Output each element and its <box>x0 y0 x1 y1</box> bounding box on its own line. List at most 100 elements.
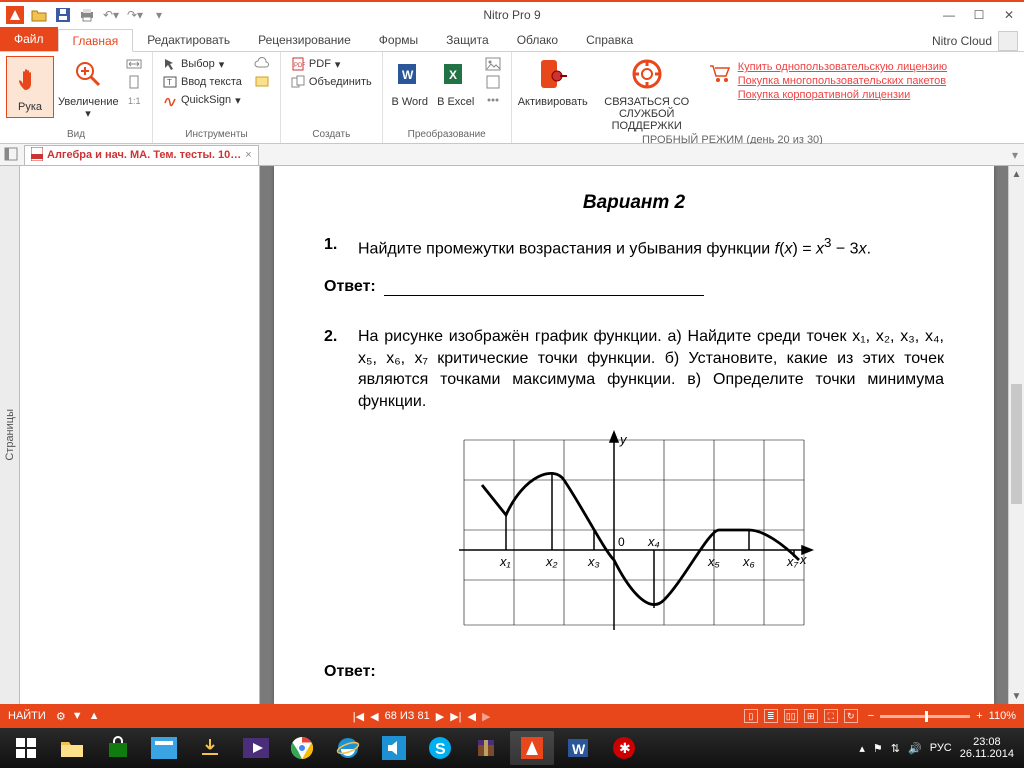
zoom-in-icon[interactable]: + <box>976 710 982 722</box>
fullscreen-icon[interactable]: ⛶ <box>824 709 838 723</box>
group-tools: Выбор ▾ TВвод текста QuickSign ▾ Инструм… <box>153 52 281 143</box>
open-icon[interactable] <box>30 6 48 24</box>
tab-help[interactable]: Справка <box>572 28 647 51</box>
scroll-down-icon[interactable]: ▼ <box>1009 688 1024 704</box>
word-taskbar-icon[interactable]: W <box>556 731 600 765</box>
to-other-button[interactable] <box>481 74 505 90</box>
media-taskbar-icon[interactable] <box>234 731 278 765</box>
page-counter[interactable]: 68 ИЗ 81 <box>385 710 430 722</box>
print-icon[interactable] <box>78 6 96 24</box>
answer-label-1: Ответ: <box>324 278 376 295</box>
maximize-button[interactable]: ☐ <box>964 3 994 27</box>
fit-width-button[interactable] <box>122 56 146 72</box>
document-tab[interactable]: Алгебра и нач. МА. Тем. тесты. 10… × <box>24 145 259 165</box>
vertical-scrollbar[interactable]: ▲ ▼ <box>1008 166 1024 704</box>
type-text-button[interactable]: TВвод текста <box>159 74 246 90</box>
support-button[interactable]: СВЯЗАТЬСЯ СО СЛУЖБОЙ ПОДДЕРЖКИ <box>592 56 702 132</box>
audio-app-taskbar-icon[interactable] <box>372 731 416 765</box>
close-doc-icon[interactable]: × <box>245 149 251 161</box>
cloud-user[interactable]: Nitro Cloud <box>932 31 1024 51</box>
tab-edit[interactable]: Редактировать <box>133 28 244 51</box>
last-page-icon[interactable]: ▶| <box>450 710 461 723</box>
facing-icon[interactable]: ▯▯ <box>784 709 798 723</box>
store-taskbar-icon[interactable] <box>96 731 140 765</box>
skype-taskbar-icon[interactable]: S <box>418 731 462 765</box>
scroll-up-icon[interactable]: ▲ <box>1009 166 1024 182</box>
tab-protect[interactable]: Защита <box>432 28 503 51</box>
start-button[interactable] <box>4 731 48 765</box>
purchase-links: Купить однопользовательскую лицензию Пок… <box>738 60 947 102</box>
hand-tool-button[interactable]: Рука <box>6 56 54 118</box>
cloud-tool-button[interactable] <box>250 56 274 72</box>
hand-tool-label: Рука <box>9 101 51 113</box>
redo-icon[interactable]: ↷▾ <box>126 6 144 24</box>
collapse-up-icon[interactable]: ▲ <box>89 710 100 722</box>
zoom-button[interactable]: Увеличение ▾ <box>58 56 118 120</box>
next-page-icon[interactable]: ▶ <box>436 710 444 723</box>
file-tab[interactable]: Файл <box>0 27 58 51</box>
next-view-icon[interactable]: ▶ <box>482 710 490 723</box>
qat-dropdown-icon[interactable]: ▾ <box>150 6 168 24</box>
question-1: 1. Найдите промежутки возрастания и убыв… <box>324 234 944 260</box>
facing-continuous-icon[interactable]: ⊞ <box>804 709 818 723</box>
ie-taskbar-icon[interactable] <box>326 731 370 765</box>
zoom-out-icon[interactable]: − <box>868 710 874 722</box>
scroll-track[interactable] <box>1009 182 1024 688</box>
tray-up-icon[interactable]: ▴ <box>859 742 865 755</box>
page-viewport[interactable]: Вариант 2 1. Найдите промежутки возраста… <box>260 166 1008 704</box>
scroll-thumb[interactable] <box>1011 384 1022 504</box>
fit-page-button[interactable] <box>122 74 146 90</box>
nitro-taskbar-icon[interactable] <box>510 731 554 765</box>
buy-multi-link[interactable]: Покупка многопользовательских пакетов <box>738 74 947 88</box>
winrar-taskbar-icon[interactable] <box>464 731 508 765</box>
doctabs-menu-icon[interactable]: ▾ <box>1012 148 1024 162</box>
tab-cloud[interactable]: Облако <box>503 28 572 51</box>
collapse-down-icon[interactable]: ▼ <box>72 710 83 722</box>
to-excel-button[interactable]: X В Excel <box>435 56 477 108</box>
note-tool-button[interactable] <box>250 74 274 90</box>
tray-network-icon[interactable]: ⇅ <box>891 742 900 755</box>
group-view-label: Вид <box>6 128 146 141</box>
pdf-button[interactable]: PDFPDF ▾ <box>287 56 376 72</box>
settings-icon[interactable]: ⚙ <box>56 710 66 723</box>
prev-view-icon[interactable]: ◀ <box>468 710 476 723</box>
quicksign-button[interactable]: QuickSign ▾ <box>159 92 246 108</box>
close-button[interactable]: ✕ <box>994 3 1024 27</box>
zoom-slider[interactable] <box>880 715 970 718</box>
svg-text:x₂: x₂ <box>545 554 558 569</box>
tab-review[interactable]: Рецензирование <box>244 28 365 51</box>
actual-size-button[interactable]: 1:1 <box>122 92 146 108</box>
tab-forms[interactable]: Формы <box>365 28 432 51</box>
downloads-taskbar-icon[interactable] <box>188 731 232 765</box>
thumbnail-pane[interactable] <box>20 166 260 704</box>
to-more-button[interactable] <box>481 92 505 108</box>
select-button[interactable]: Выбор ▾ <box>159 56 246 72</box>
red-app-taskbar-icon[interactable]: ✱ <box>602 731 646 765</box>
undo-icon[interactable]: ↶▾ <box>102 6 120 24</box>
sidebar-pages[interactable]: Страницы <box>0 166 20 704</box>
first-page-icon[interactable]: |◀ <box>353 710 364 723</box>
activate-button[interactable]: Активировать <box>518 56 588 108</box>
zoom-value[interactable]: 110% <box>989 710 1016 722</box>
find-label[interactable]: НАЙТИ <box>8 710 46 722</box>
to-image-button[interactable] <box>481 56 505 72</box>
tray-flag-icon[interactable]: ⚑ <box>873 742 883 755</box>
prev-page-icon[interactable]: ◀ <box>370 710 378 723</box>
continuous-icon[interactable]: ≣ <box>764 709 778 723</box>
tab-home[interactable]: Главная <box>58 29 134 52</box>
single-page-icon[interactable]: ▯ <box>744 709 758 723</box>
buy-single-link[interactable]: Купить однопользовательскую лицензию <box>738 60 947 74</box>
tray-clock[interactable]: 23:08 26.11.2014 <box>960 736 1014 760</box>
save-icon[interactable] <box>54 6 72 24</box>
rotate-icon[interactable]: ↻ <box>844 709 858 723</box>
buy-corp-link[interactable]: Покупка корпоративной лицензии <box>738 88 947 102</box>
chrome-taskbar-icon[interactable] <box>280 731 324 765</box>
tray-lang[interactable]: РУС <box>930 742 952 754</box>
to-word-button[interactable]: W В Word <box>389 56 431 108</box>
explorer-taskbar-icon[interactable] <box>50 731 94 765</box>
panel-toggle-icon[interactable] <box>4 147 18 164</box>
minimize-button[interactable]: — <box>934 3 964 27</box>
ribbon-app-taskbar-icon[interactable] <box>142 731 186 765</box>
combine-button[interactable]: Объединить <box>287 74 376 90</box>
tray-volume-icon[interactable]: 🔊 <box>908 742 922 755</box>
